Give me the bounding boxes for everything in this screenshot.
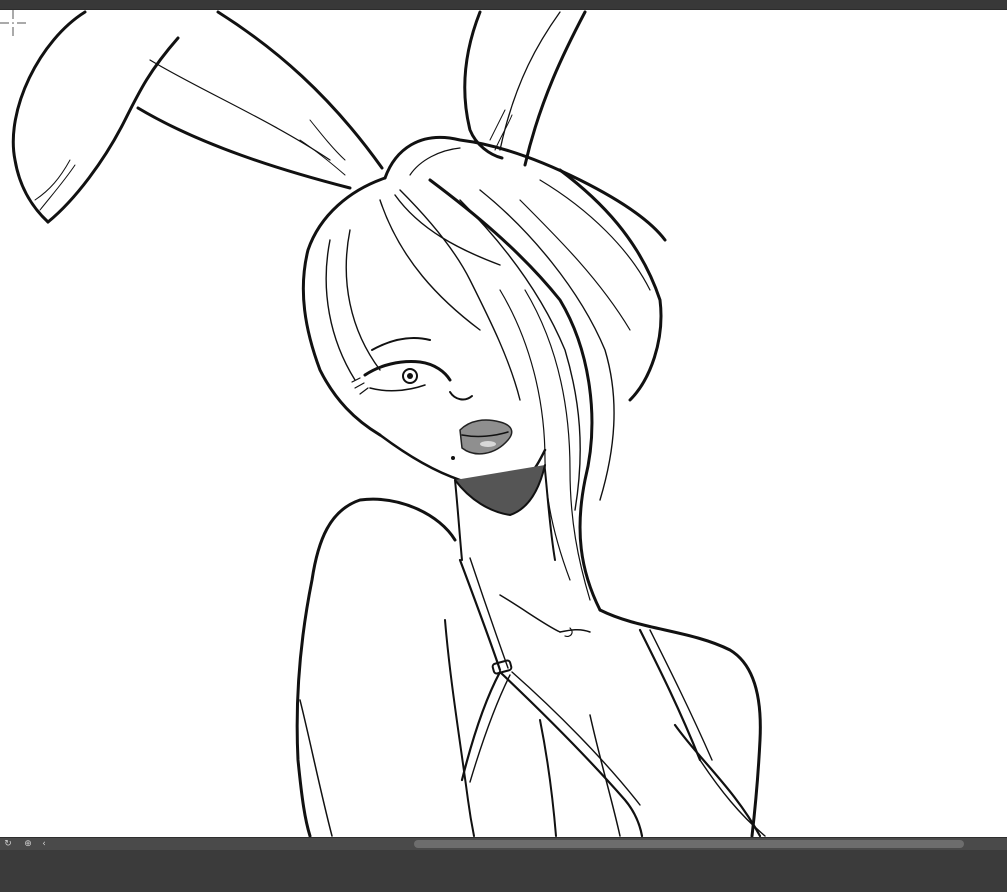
status-bar: ↻ ⊕ ‹ bbox=[0, 837, 1007, 850]
bottom-panel bbox=[0, 850, 1007, 892]
drawing-canvas[interactable] bbox=[0, 10, 1007, 837]
app-window: ↻ ⊕ ‹ bbox=[0, 0, 1007, 892]
chevron-left-icon[interactable]: ‹ bbox=[38, 839, 50, 850]
right-ear bbox=[463, 10, 504, 160]
neck bbox=[454, 479, 463, 561]
reset-view-icon[interactable]: ⊕ bbox=[22, 839, 34, 850]
left-ear bbox=[11, 10, 87, 224]
left-strap bbox=[458, 558, 502, 672]
rotate-icon[interactable]: ↻ bbox=[2, 839, 14, 850]
nose bbox=[449, 391, 473, 401]
horizontal-scrollbar[interactable] bbox=[54, 840, 1004, 849]
sketch-artwork bbox=[11, 10, 766, 837]
top-bar bbox=[0, 0, 1007, 10]
right-shoulder bbox=[598, 608, 762, 837]
left-shoulder bbox=[295, 497, 457, 837]
crosshair-icon bbox=[0, 10, 26, 36]
hair bbox=[301, 176, 387, 437]
right-strap bbox=[638, 628, 702, 762]
scrollbar-thumb[interactable] bbox=[414, 840, 964, 848]
neck-shadow bbox=[454, 464, 546, 516]
